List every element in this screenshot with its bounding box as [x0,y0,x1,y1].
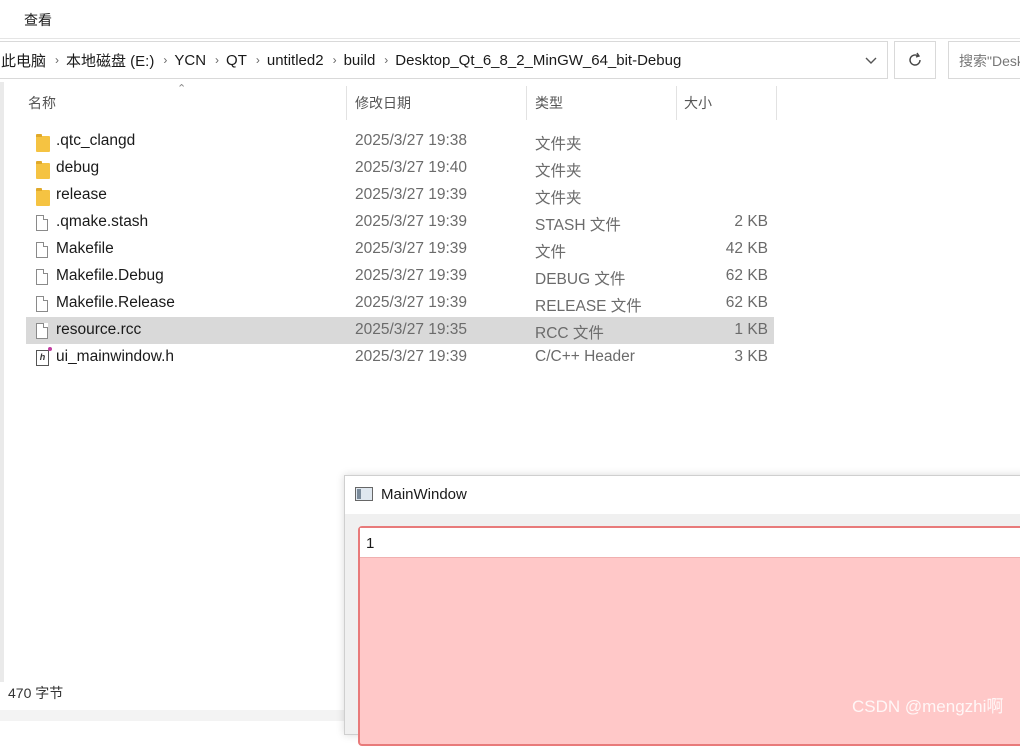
file-icon [32,267,50,285]
file-row[interactable]: Makefile 2025/3/27 19:39 文件 42 KB [26,236,774,263]
file-icon [32,321,50,339]
file-type: 文件夹 [535,190,582,207]
file-size: 42 KB [725,240,768,257]
qt-window-titlebar[interactable]: MainWindow [345,476,1020,514]
file-size: 2 KB [734,213,768,230]
refresh-button[interactable] [894,41,936,79]
column-header-size-label: 大小 [684,95,712,111]
breadcrumb-item[interactable]: QT [220,52,255,69]
column-divider[interactable] [346,86,347,120]
file-size: 3 KB [734,348,768,365]
header-file-icon: h [32,347,52,366]
taskbar-strip [0,710,346,721]
file-size: 62 KB [725,294,768,311]
watermark: CSDN @mengzhi啊 [852,697,1004,716]
file-row[interactable]: h ui_mainwindow.h 2025/3/27 19:39 C/C++ Hea… [26,344,774,371]
column-header-size[interactable]: 大小 [684,86,774,120]
file-name: Makefile [56,240,114,257]
file-modified-date: 2025/3/27 19:39 [355,267,468,284]
column-divider[interactable] [676,86,677,120]
file-name: debug [56,159,100,176]
file-type: DEBUG 文件 [535,271,626,288]
file-name: .qtc_clangd [56,132,136,149]
file-name: release [56,186,107,203]
file-name: Makefile.Debug [56,267,164,284]
column-header-name[interactable]: 名称 [28,86,346,120]
file-type: STASH 文件 [535,217,621,234]
file-row[interactable]: release 2025/3/27 19:39 文件夹 [26,182,774,209]
file-icon [32,240,50,258]
qt-line-edit[interactable]: 1 [360,528,1020,558]
file-list: .qtc_clangd 2025/3/27 19:38 文件夹 debug 2025/3… [26,128,774,371]
qt-window-title: MainWindow [381,486,467,503]
column-divider[interactable] [526,86,527,120]
tab-view[interactable]: 查看 [24,10,52,30]
file-modified-date: 2025/3/27 19:39 [355,294,468,311]
status-bar: 470 字节 [0,678,346,708]
file-type: 文件夹 [535,136,582,153]
file-row[interactable]: resource.rcc 2025/3/27 19:35 RCC 文件 1 KB [26,317,774,344]
column-divider[interactable] [776,86,777,120]
file-modified-date: 2025/3/27 19:39 [355,348,468,365]
file-type: 文件夹 [535,163,582,180]
file-name: resource.rcc [56,321,142,338]
breadcrumb-item[interactable]: untitled2 [261,52,332,69]
file-name: .qmake.stash [56,213,149,230]
file-name: Makefile.Release [56,294,175,311]
folder-icon [32,159,50,179]
breadcrumb-item[interactable]: YCN [168,52,214,69]
breadcrumb-item[interactable]: build [338,52,384,69]
column-header-name-label: 名称 [28,95,56,111]
file-type: RELEASE 文件 [535,298,642,315]
file-size: 1 KB [734,321,768,338]
file-icon [32,213,50,231]
column-header-type[interactable]: 类型 [535,86,675,120]
file-modified-date: 2025/3/27 19:39 [355,240,468,257]
breadcrumb-item[interactable]: 此电脑 [0,50,54,71]
file-modified-date: 2025/3/27 19:40 [355,159,468,176]
chevron-down-icon [865,57,877,64]
file-type: 文件 [535,244,567,261]
ribbon: 查看 [0,0,1020,39]
refresh-icon [909,52,921,66]
address-dropdown-button[interactable] [856,49,886,73]
search-input[interactable]: 搜索"Desktop_Qt_6_8_2_MinGW_64_bit-Debug" [948,41,1020,79]
breadcrumb-item[interactable]: Desktop_Qt_6_8_2_MinGW_64_bit-Debug [389,52,689,69]
file-row[interactable]: .qmake.stash 2025/3/27 19:39 STASH 文件 2 KB [26,209,774,236]
file-icon [32,294,50,312]
folder-icon [32,186,50,206]
window-app-icon [355,487,373,501]
navigation-pane-edge [0,82,4,682]
file-modified-date: 2025/3/27 19:39 [355,186,468,203]
column-header-date[interactable]: 修改日期 [355,86,525,120]
file-modified-date: 2025/3/27 19:39 [355,213,468,230]
address-bar[interactable]: 此电脑 › 本地磁盘 (E:) › YCN › QT › untitled2 › build › Des… [0,41,888,79]
file-type: RCC 文件 [535,325,604,342]
status-selection-size: 470 字节 [8,685,64,701]
file-row[interactable]: .qtc_clangd 2025/3/27 19:38 文件夹 [26,128,774,155]
folder-icon [32,132,50,152]
breadcrumb-item[interactable]: 本地磁盘 (E:) [60,50,162,71]
column-header-date-label: 修改日期 [355,95,411,111]
file-row[interactable]: debug 2025/3/27 19:40 文件夹 [26,155,774,182]
column-header-type-label: 类型 [535,95,563,111]
file-type: C/C++ Header [535,348,635,365]
file-name: ui_mainwindow.h [56,348,175,365]
file-row[interactable]: Makefile.Debug 2025/3/27 19:39 DEBUG 文件 62 … [26,263,774,290]
file-row[interactable]: Makefile.Release 2025/3/27 19:39 RELEASE 文… [26,290,774,317]
file-size: 62 KB [725,267,768,284]
file-modified-date: 2025/3/27 19:38 [355,132,468,149]
file-modified-date: 2025/3/27 19:35 [355,321,468,338]
